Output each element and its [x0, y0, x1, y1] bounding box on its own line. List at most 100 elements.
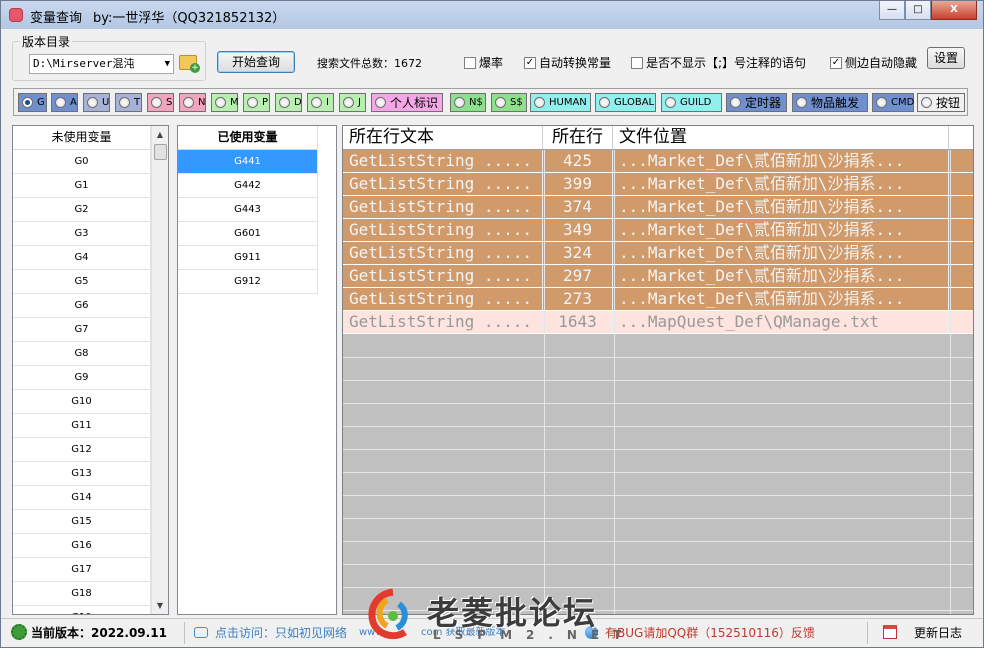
var-type-s[interactable]: S — [147, 93, 174, 112]
unused-var-item[interactable]: G0 — [13, 150, 151, 174]
minimize-button[interactable]: — — [879, 1, 905, 20]
var-type-human[interactable]: HUMAN — [530, 93, 591, 112]
check-hide-comments[interactable]: 是否不显示【;】号注释的语句 — [631, 54, 806, 71]
watermark-logo — [368, 588, 408, 640]
unused-var-item[interactable]: G8 — [13, 342, 151, 366]
result-row[interactable]: GetListString ..... 324 ...Market_Def\贰佰新加… — [343, 242, 973, 265]
var-type-d[interactable]: D — [275, 93, 302, 112]
result-row[interactable]: GetListString ..... 297 ...Market_Def\贰佰新加… — [343, 265, 973, 288]
scroll-down-icon[interactable]: ▼ — [152, 597, 168, 614]
used-var-item[interactable]: G443 — [178, 198, 318, 222]
used-var-item[interactable]: G601 — [178, 222, 318, 246]
unused-var-item[interactable]: G6 — [13, 294, 151, 318]
result-row[interactable]: GetListString ..... 1643 ...MapQuest_Def\Q… — [343, 311, 973, 334]
scroll-up-icon[interactable]: ▲ — [152, 126, 168, 143]
var-type-personal[interactable]: 个人标识 — [371, 93, 443, 112]
unused-var-item[interactable]: G17 — [13, 558, 151, 582]
var-type-guild[interactable]: GUILD — [661, 93, 722, 112]
title-bar[interactable]: 变量查询 by:一世浮华（QQ321852132） — □ X — [1, 1, 983, 29]
used-var-item[interactable]: G912 — [178, 270, 318, 294]
var-type-n-string[interactable]: N$ — [450, 93, 486, 112]
var-type-j[interactable]: J — [339, 93, 366, 112]
var-type-t[interactable]: T — [115, 93, 142, 112]
app-icon — [9, 8, 23, 22]
radio-icon — [495, 97, 506, 108]
check-drop-rate[interactable]: 爆率 — [464, 54, 503, 71]
unused-var-item[interactable]: G16 — [13, 534, 151, 558]
unused-var-item[interactable]: G10 — [13, 390, 151, 414]
checkbox-auto-convert[interactable]: ✓ — [524, 56, 536, 69]
result-row[interactable]: GetListString ..... 425 ...Market_Def\贰佰新加… — [343, 150, 973, 173]
scroll-thumb[interactable] — [154, 144, 167, 160]
close-button[interactable]: X — [931, 1, 977, 20]
unused-var-item[interactable]: G14 — [13, 486, 151, 510]
results-grid[interactable]: 所在行文本 所在行 文件位置 GetListString ..... 425...… — [342, 125, 974, 615]
column-header-text[interactable]: 所在行文本 — [343, 126, 543, 149]
unused-var-item[interactable]: G5 — [13, 270, 151, 294]
radio-icon — [279, 97, 290, 108]
checkbox-drop-rate[interactable] — [464, 56, 476, 69]
path-dropdown[interactable]: D:\Mirserver混沌 ▼ — [29, 54, 174, 74]
chevron-down-icon[interactable]: ▼ — [165, 55, 170, 73]
unused-var-item[interactable]: G19 — [13, 606, 151, 614]
used-var-item[interactable]: G911 — [178, 246, 318, 270]
result-line-cell: 297 — [543, 265, 613, 287]
grid-line — [343, 472, 973, 473]
unused-var-item[interactable]: G13 — [13, 462, 151, 486]
visit-link[interactable]: 点击访问：只如初见网络 — [215, 623, 347, 643]
unused-var-item[interactable]: G1 — [13, 174, 151, 198]
unused-var-item[interactable]: G12 — [13, 438, 151, 462]
result-row[interactable]: GetListString ..... 399 ...Market_Def\贰佰新加… — [343, 173, 973, 196]
result-row[interactable]: GetListString ..... 374 ...Market_Def\贰佰新加… — [343, 196, 973, 219]
var-type-item-trigger[interactable]: 物品触发 — [792, 93, 868, 112]
result-text-cell: GetListString ..... — [343, 288, 543, 310]
file-count-label: 搜索文件总数：1672 — [317, 57, 422, 70]
calendar-icon — [883, 625, 897, 639]
add-folder-icon[interactable] — [179, 55, 200, 73]
column-header-file[interactable]: 文件位置 — [613, 126, 949, 149]
checkbox-auto-hide[interactable]: ✓ — [830, 56, 842, 69]
var-type-global[interactable]: GLOBAL — [595, 93, 656, 112]
var-type-p[interactable]: P — [243, 93, 270, 112]
unused-var-item[interactable]: G3 — [13, 222, 151, 246]
start-query-button[interactable]: 开始查询 — [217, 51, 295, 73]
unused-var-item[interactable]: G2 — [13, 198, 151, 222]
used-var-item[interactable]: G442 — [178, 174, 318, 198]
unused-var-item[interactable]: G9 — [13, 366, 151, 390]
maximize-button[interactable]: □ — [905, 1, 931, 20]
var-type-i[interactable]: I — [307, 93, 334, 112]
unused-var-item[interactable]: G15 — [13, 510, 151, 534]
check-auto-convert[interactable]: ✓ 自动转换常量 — [524, 54, 611, 71]
var-type-m[interactable]: M — [211, 93, 239, 112]
var-type-timer[interactable]: 定时器 — [726, 93, 787, 112]
used-vars-list[interactable]: 已使用变量 G441 G442 G443 G601 G911 G912 — [177, 125, 337, 615]
unused-var-item[interactable]: G11 — [13, 414, 151, 438]
window-title: 变量查询 — [30, 11, 83, 26]
var-type-u[interactable]: U — [83, 93, 110, 112]
radio-icon — [534, 97, 545, 108]
used-var-item[interactable]: G441 — [178, 150, 318, 174]
var-type-cmd[interactable]: CMD — [872, 93, 914, 112]
var-type-a[interactable]: A — [51, 93, 78, 112]
check-hide-comments-label: 是否不显示【;】号注释的语句 — [646, 56, 807, 70]
changelog-link[interactable]: 更新日志 — [914, 623, 962, 643]
unused-var-item[interactable]: G7 — [13, 318, 151, 342]
unused-vars-scrollbar[interactable]: ▲ ▼ — [151, 126, 168, 614]
result-row[interactable]: GetListString ..... 349 ...Market_Def\贰佰新加… — [343, 219, 973, 242]
grid-line — [343, 449, 973, 450]
var-type-g[interactable]: G — [18, 93, 47, 112]
radio-icon — [730, 97, 741, 108]
radio-icon — [55, 97, 66, 108]
unused-var-item[interactable]: G4 — [13, 246, 151, 270]
unused-vars-list[interactable]: 未使用变量 G0 G1 G2 G3 G4 G5 G6 G7 G8 G9 G10 G11 G12 G13 G1… — [12, 125, 169, 615]
check-auto-hide[interactable]: ✓ 侧边自动隐藏 — [830, 54, 917, 71]
settings-button[interactable]: 设置 — [927, 47, 965, 69]
var-type-button[interactable]: 按钮 — [917, 93, 965, 112]
column-header-line[interactable]: 所在行 — [543, 126, 613, 149]
checkbox-hide-comments[interactable] — [631, 56, 643, 69]
result-row[interactable]: GetListString ..... 273 ...Market_Def\贰佰新加… — [343, 288, 973, 311]
unused-var-item[interactable]: G18 — [13, 582, 151, 606]
var-type-s-string[interactable]: S$ — [491, 93, 527, 112]
var-type-n[interactable]: N — [179, 93, 206, 112]
bug-report-link[interactable]: 有BUG请加QQ群（152510116）反馈 — [605, 623, 815, 643]
